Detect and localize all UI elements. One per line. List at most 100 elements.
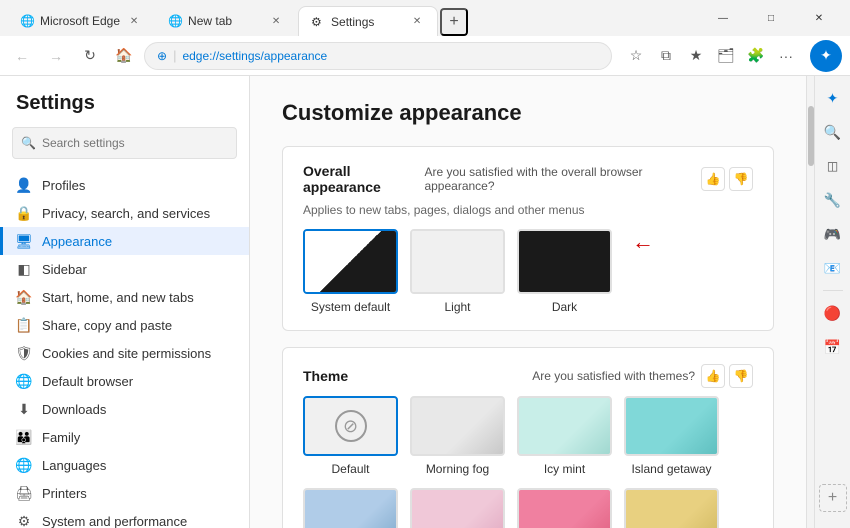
vertical-scrollbar[interactable] bbox=[806, 76, 814, 528]
sidebar-item-printers[interactable]: 🖨 Printers bbox=[0, 479, 249, 507]
sidebar-add-button[interactable]: + bbox=[819, 484, 847, 512]
split-screen-icon[interactable]: ⧉ bbox=[652, 42, 680, 70]
address-separator: | bbox=[173, 48, 176, 63]
appearance-option-system-default[interactable]: System default bbox=[303, 229, 398, 314]
sidebar-extra-2-button[interactable]: 📅 bbox=[819, 333, 847, 361]
theme-thumbs-down-button[interactable]: 👎 bbox=[729, 364, 753, 388]
theme-option-icy-mint[interactable]: Icy mint bbox=[517, 396, 612, 476]
overall-appearance-title: Overall appearance bbox=[303, 163, 424, 195]
nav-icons: ☆ ⧉ ★ 🗂 🧩 ··· bbox=[622, 42, 800, 70]
sidebar-item-profiles[interactable]: 👤 Profiles bbox=[0, 171, 249, 199]
extensions-icon[interactable]: 🧩 bbox=[742, 42, 770, 70]
sidebar-item-family[interactable]: 👪 Family bbox=[0, 423, 249, 451]
sidebar-item-share-copy-label: Share, copy and paste bbox=[42, 318, 172, 333]
sidebar-collections-button[interactable]: ◫ bbox=[819, 152, 847, 180]
theme-section: Theme Are you satisfied with themes? 👍 👎… bbox=[282, 347, 774, 528]
theme-option-cool-breeze[interactable]: Cool breeze bbox=[303, 488, 398, 528]
sidebar-item-share-copy[interactable]: 📋 Share, copy and paste bbox=[0, 311, 249, 339]
new-tab-button[interactable]: + bbox=[440, 8, 468, 36]
home-button[interactable]: 🏠 bbox=[110, 42, 138, 70]
sidebar-item-cookies-label: Cookies and site permissions bbox=[42, 346, 211, 361]
theme-option-island-getaway[interactable]: Island getaway bbox=[624, 396, 719, 476]
sidebar-extra-1-button[interactable]: 🔴 bbox=[819, 299, 847, 327]
sidebar-item-downloads[interactable]: ⬇ Downloads bbox=[0, 395, 249, 423]
feedback-appearance: Are you satisfied with the overall brows… bbox=[424, 165, 753, 193]
sidebar-item-privacy[interactable]: 🔒 Privacy, search, and services bbox=[0, 199, 249, 227]
light-preview-bg bbox=[412, 231, 503, 292]
more-tools-icon[interactable]: ··· bbox=[772, 42, 800, 70]
minimize-button[interactable]: — bbox=[700, 3, 746, 33]
theme-option-default[interactable]: ⊘ Default bbox=[303, 396, 398, 476]
main-area: Settings 🔍 👤 Profiles 🔒 Privacy, search,… bbox=[0, 76, 850, 528]
tab-newtab-close[interactable]: ✕ bbox=[268, 13, 284, 29]
edge-tab-icon: 🌐 bbox=[20, 14, 34, 28]
back-button[interactable]: ← bbox=[8, 42, 36, 70]
search-input[interactable] bbox=[42, 136, 228, 150]
sidebar-item-languages-label: Languages bbox=[42, 458, 106, 473]
default-theme-icon: ⊘ bbox=[335, 410, 367, 442]
sidebar-games-button[interactable]: 🎮 bbox=[819, 220, 847, 248]
tab-settings[interactable]: ⚙ Settings ✕ bbox=[298, 6, 438, 36]
close-button[interactable]: ✕ bbox=[796, 3, 842, 33]
copilot-button[interactable]: ✦ bbox=[810, 40, 842, 72]
tab-settings-close[interactable]: ✕ bbox=[409, 14, 425, 30]
thumbs-up-button[interactable]: 👍 bbox=[701, 167, 725, 191]
sidebar-item-start-home-label: Start, home, and new tabs bbox=[42, 290, 194, 305]
system-default-preview bbox=[303, 229, 398, 294]
sidebar-search-button[interactable]: 🔍 bbox=[819, 118, 847, 146]
forward-button[interactable]: → bbox=[42, 42, 70, 70]
island-getaway-label: Island getaway bbox=[631, 462, 711, 476]
sidebar-item-appearance-label: Appearance bbox=[42, 234, 112, 249]
collections-icon[interactable]: 🗂 bbox=[712, 42, 740, 70]
sidebar-item-cookies[interactable]: 🛡 Cookies and site permissions bbox=[0, 339, 249, 367]
morning-fog-label: Morning fog bbox=[426, 462, 489, 476]
appearance-option-dark[interactable]: Dark bbox=[517, 229, 612, 314]
favorites-icon[interactable]: ★ bbox=[682, 42, 710, 70]
icy-mint-preview bbox=[517, 396, 612, 456]
feedback-theme: Are you satisfied with themes? 👍 👎 bbox=[532, 364, 753, 388]
sidebar-item-default-browser-label: Default browser bbox=[42, 374, 133, 389]
start-home-icon: 🏠 bbox=[16, 289, 32, 305]
sidebar-item-default-browser[interactable]: 🌐 Default browser bbox=[0, 367, 249, 395]
theme-option-bubblegum[interactable]: Bubblegum bbox=[517, 488, 612, 528]
light-label: Light bbox=[444, 300, 470, 314]
theme-option-morning-fog[interactable]: Morning fog bbox=[410, 396, 505, 476]
appearance-option-light[interactable]: Light bbox=[410, 229, 505, 314]
copilot-sidebar-button[interactable]: ✦ bbox=[819, 84, 847, 112]
maximize-button[interactable]: □ bbox=[748, 3, 794, 33]
profiles-icon: 👤 bbox=[16, 177, 32, 193]
sidebar-item-system[interactable]: ⚙ System and performance bbox=[0, 507, 249, 528]
search-box[interactable]: 🔍 bbox=[12, 127, 237, 159]
address-bar[interactable]: ⊕ | edge://settings/appearance bbox=[144, 42, 612, 70]
thumbs-down-button[interactable]: 👎 bbox=[729, 167, 753, 191]
tab-microsoft-edge[interactable]: 🌐 Microsoft Edge ✕ bbox=[8, 6, 154, 36]
sidebar-item-sidebar[interactable]: ◧ Sidebar bbox=[0, 255, 249, 283]
refresh-button[interactable]: ↻ bbox=[76, 42, 104, 70]
theme-option-silky-pink[interactable]: Silky pink bbox=[410, 488, 505, 528]
sidebar-item-languages[interactable]: 🌐 Languages bbox=[0, 451, 249, 479]
scrollbar-thumb[interactable] bbox=[808, 106, 814, 166]
right-panel-divider bbox=[823, 290, 843, 291]
appearance-icon: 🖥 bbox=[16, 233, 32, 249]
address-protocol: edge:// bbox=[182, 49, 219, 63]
titlebar: 🌐 Microsoft Edge ✕ 🌐 New tab ✕ ⚙ Setting… bbox=[0, 0, 850, 36]
sidebar-tools-button[interactable]: 🔧 bbox=[819, 186, 847, 214]
theme-thumbs-up-button[interactable]: 👍 bbox=[701, 364, 725, 388]
sidebar-item-appearance[interactable]: 🖥 Appearance bbox=[0, 227, 249, 255]
tab-edge-close[interactable]: ✕ bbox=[126, 13, 142, 29]
tab-new-tab[interactable]: 🌐 New tab ✕ bbox=[156, 6, 296, 36]
bookmark-icon[interactable]: ☆ bbox=[622, 42, 650, 70]
right-sidebar-panel: ✦ 🔍 ◫ 🔧 🎮 📧 🔴 📅 + bbox=[814, 76, 850, 528]
island-getaway-preview bbox=[624, 396, 719, 456]
system-default-preview-bg bbox=[305, 231, 396, 292]
section-header-theme: Theme Are you satisfied with themes? 👍 👎 bbox=[303, 364, 753, 388]
theme-option-sunny-day[interactable]: Sunny day bbox=[624, 488, 719, 528]
sidebar-outlook-button[interactable]: 📧 bbox=[819, 254, 847, 282]
appearance-options: System default Light Dark ← bbox=[303, 229, 753, 314]
sidebar-item-printers-label: Printers bbox=[42, 486, 87, 501]
dark-label: Dark bbox=[552, 300, 577, 314]
sidebar-item-start-home[interactable]: 🏠 Start, home, and new tabs bbox=[0, 283, 249, 311]
tab-newtab-label: New tab bbox=[188, 14, 262, 28]
feedback-theme-text: Are you satisfied with themes? bbox=[532, 369, 695, 383]
sunny-day-preview bbox=[624, 488, 719, 528]
